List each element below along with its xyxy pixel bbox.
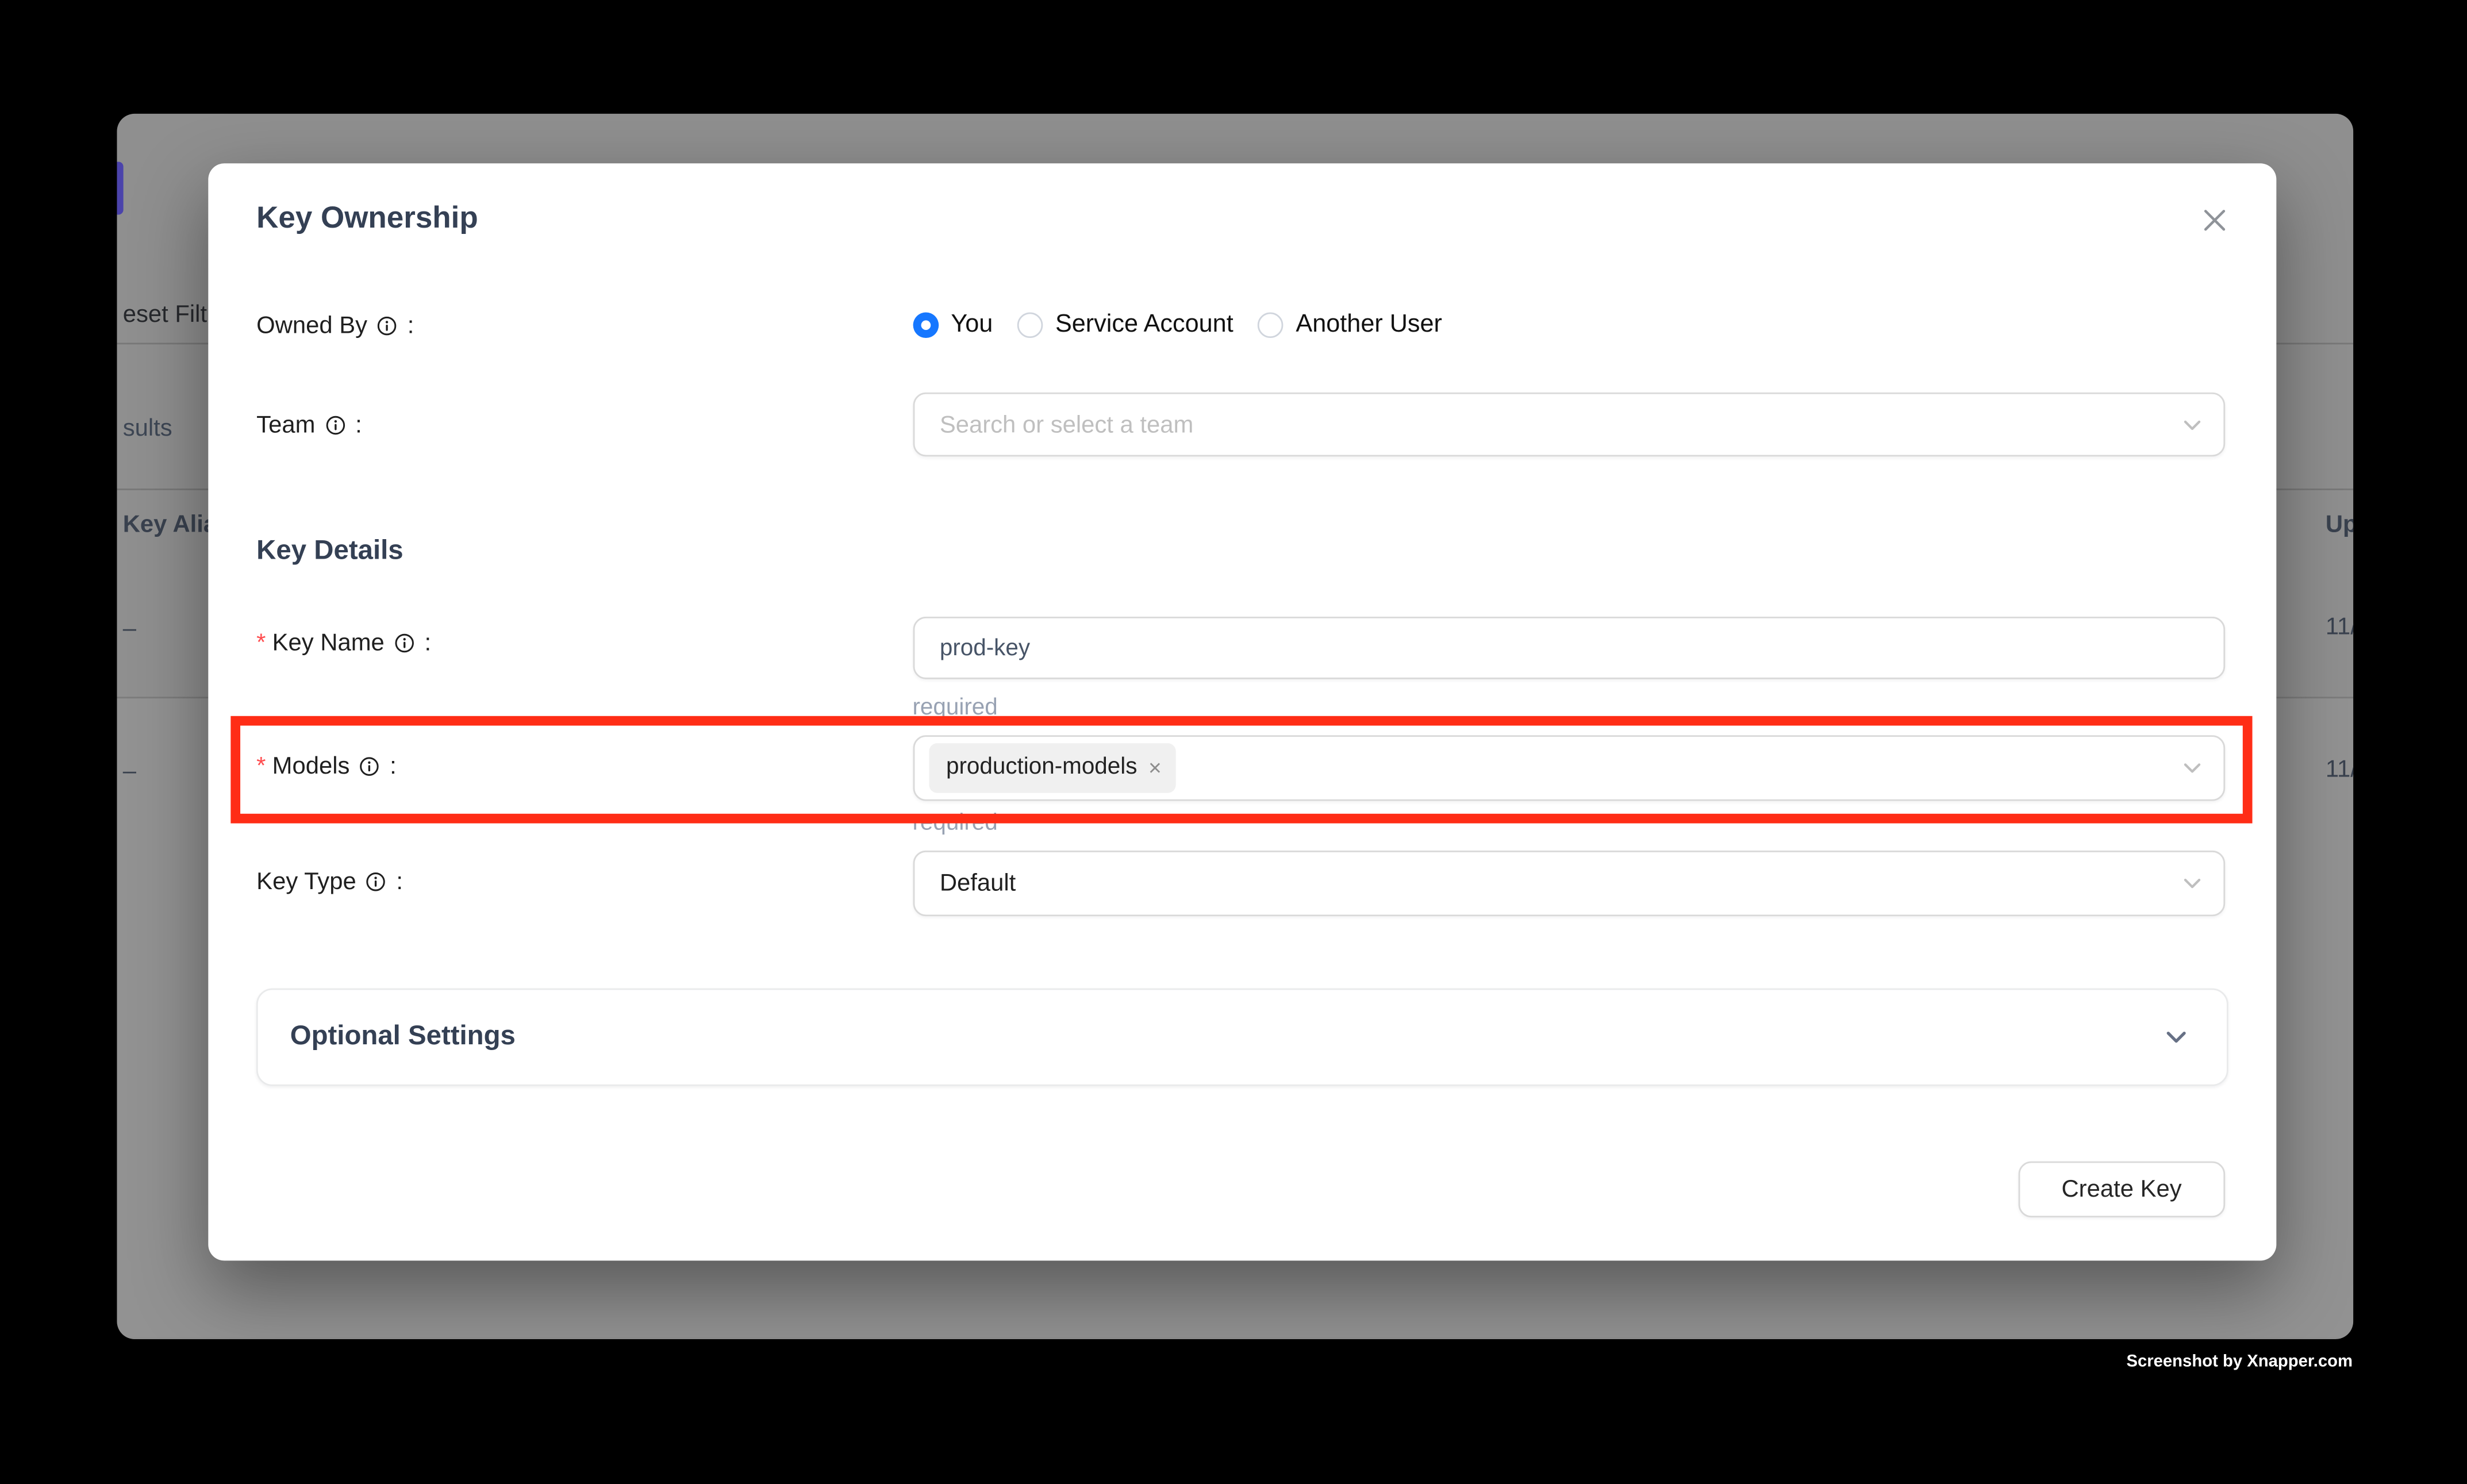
background-table-cell: 11/ [2326,756,2353,785]
key-type-select[interactable]: Default [912,851,2224,917]
key-name-validation-hint: required [912,694,997,722]
team-colon: : [355,411,362,438]
background-table-cell: – [123,758,136,787]
optional-settings-panel[interactable]: Optional Settings [256,988,2227,1085]
models-select[interactable]: production-models × [912,735,2224,801]
radio-unselected-icon[interactable] [1258,313,1284,339]
close-icon[interactable] [2197,202,2232,237]
key-name-colon: : [424,630,431,657]
chevron-down-icon [2181,874,2202,894]
team-select-placeholder: Search or select a team [914,411,1193,438]
key-type-value: Default [914,870,1016,897]
models-label: * Models : [256,750,397,782]
models-colon: : [390,752,397,779]
model-tag-label: production-models [946,755,1137,781]
info-icon[interactable] [359,756,380,776]
create-key-modal: Key Ownership Owned By : You Service Acc… [207,164,2277,1260]
chevron-down-icon [2181,758,2202,778]
selected-model-tag: production-models × [928,743,1176,793]
background-results-count: sults [123,414,172,443]
key-type-colon: : [396,869,403,896]
background-column-header-key-alias: Key Alia [123,511,217,540]
radio-selected-icon[interactable] [912,313,938,339]
background-table-cell: – [123,616,136,644]
radio-option-label: You [951,310,993,342]
info-icon[interactable] [377,315,398,336]
key-name-label: * Key Name : [256,628,431,660]
optional-settings-heading: Optional Settings [258,1021,516,1053]
key-type-label: Key Type : [256,867,403,899]
radio-option-label: Another User [1296,310,1442,342]
watermark-text: Screenshot by Xnapper.com [2126,1351,2353,1370]
radio-option-label: Service Account [1055,310,1234,342]
owned-by-label: Owned By : [256,310,414,342]
create-key-button[interactable]: Create Key [2019,1161,2224,1218]
team-select[interactable]: Search or select a team [912,393,2224,456]
info-icon[interactable] [394,633,415,653]
required-asterisk: * [256,752,266,779]
chevron-down-icon [2181,414,2202,435]
radio-option-another-user[interactable]: Another User [1258,310,1442,342]
team-label: Team : [256,409,362,441]
owned-by-radio-group: You Service Account Another User [912,310,1442,342]
key-type-label-text: Key Type [256,869,356,896]
key-name-value: prod-key [914,635,1030,661]
team-label-text: Team [256,411,315,438]
tag-remove-icon[interactable]: × [1148,756,1162,779]
owned-by-label-text: Owned By [256,312,367,339]
screenshot-canvas: eset Filt sults Key Alia Up – 11/ – 11/ … [0,0,2467,1484]
background-column-header-updated: Up [2326,511,2353,540]
key-name-label-text: Key Name [272,630,385,657]
radio-unselected-icon[interactable] [1017,313,1043,339]
radio-option-you[interactable]: You [912,310,993,342]
models-label-text: Models [272,752,350,779]
owned-by-colon: : [408,312,414,339]
models-validation-hint: required [912,809,997,837]
chevron-down-icon [2164,1025,2188,1049]
key-details-heading: Key Details [256,532,403,571]
info-icon[interactable] [325,414,345,435]
background-table-cell: 11/ [2326,614,2353,643]
modal-title: Key Ownership [256,199,478,240]
required-asterisk: * [256,630,266,657]
background-reset-filters-label: eset Filt [123,301,207,329]
key-name-input[interactable]: prod-key [912,617,2224,680]
radio-option-service-account[interactable]: Service Account [1017,310,1234,342]
info-icon[interactable] [366,872,386,893]
background-primary-button [117,163,123,215]
